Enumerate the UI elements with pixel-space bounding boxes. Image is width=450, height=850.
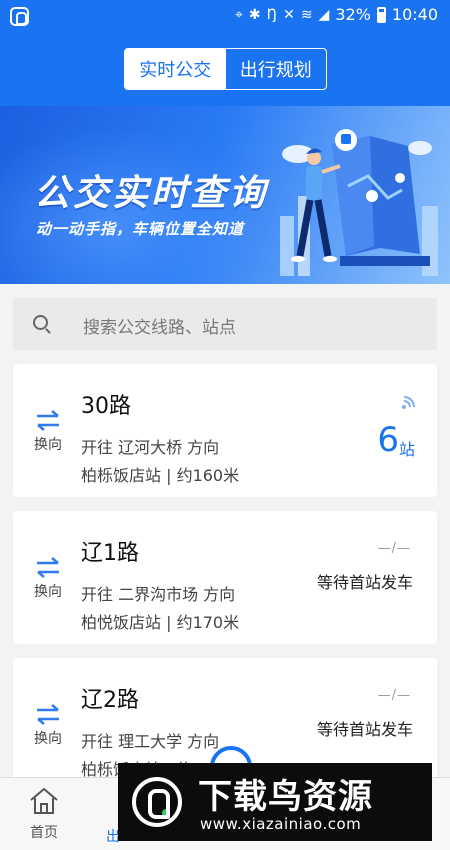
search-bar[interactable]: 搜索公交线路、站点 xyxy=(13,298,437,350)
route-status: 等待首站发车 xyxy=(316,573,413,592)
route-name: 辽1路 xyxy=(81,541,139,566)
battery-icon xyxy=(376,6,386,23)
banner-title: 公交实时查询 xyxy=(34,173,269,214)
route-direction: 开往 理工大学 方向 xyxy=(81,732,220,751)
swap-direction-icon xyxy=(37,704,59,725)
eta-stops-count: 6 xyxy=(377,420,399,460)
swap-direction-button[interactable]: 换向 xyxy=(31,555,65,601)
eta-placeholder: —/— xyxy=(377,541,411,556)
status-time: 10:40 xyxy=(391,5,438,24)
eta-placeholder: —/— xyxy=(377,688,411,703)
swap-direction-button[interactable]: 换向 xyxy=(31,702,65,748)
swap-direction-icon xyxy=(37,557,59,578)
tab-trip-planning[interactable]: 出行规划 xyxy=(226,49,327,89)
battery-percent: 32% xyxy=(335,5,371,24)
route-card[interactable]: 换向 30路 开往 辽河大桥 方向 柏栎饭店站 | 约160米 6 站 xyxy=(13,364,437,497)
swap-direction-label: 换向 xyxy=(34,437,62,453)
wifi-icon: ≋ xyxy=(300,6,313,23)
watermark-url: www.xiazainiao.com xyxy=(200,815,362,833)
status-bar: ⌖ ✱ Ŋ ✕ ≋ ◢ 32% 10:40 xyxy=(0,0,450,34)
swap-direction-button[interactable]: 换向 xyxy=(31,408,65,454)
route-direction: 开往 二界沟市场 方向 xyxy=(81,585,236,604)
banner-subtitle: 动一动手指，车辆位置全知道 xyxy=(36,220,245,238)
watermark: 下载鸟资源 www.xiazainiao.com xyxy=(118,763,432,841)
route-name: 30路 xyxy=(81,394,131,419)
nav-home-label: 首页 xyxy=(30,825,58,841)
home-icon xyxy=(30,787,58,814)
eta-stops-unit: 站 xyxy=(398,440,415,459)
nav-home[interactable]: 首页 xyxy=(22,786,66,842)
status-icons: ⌖ ✱ Ŋ ✕ ≋ ◢ 32% 10:40 xyxy=(235,5,438,24)
swap-direction-icon xyxy=(37,410,59,431)
tab-realtime-bus[interactable]: 实时公交 xyxy=(125,49,226,89)
signal-icon: ◢ xyxy=(318,6,330,23)
bluetooth-icon: ✱ xyxy=(248,6,261,23)
header: 实时公交 出行规划 xyxy=(0,34,450,106)
app-notification-icon xyxy=(10,7,29,26)
nearest-stop: 柏栎饭店站 | 约160米 xyxy=(81,466,240,485)
promo-banner[interactable]: 公交实时查询 动一动手指，车辆位置全知道 xyxy=(0,106,450,284)
route-status: 等待首站发车 xyxy=(316,720,413,739)
map-person-illustration xyxy=(280,129,438,276)
watermark-logo xyxy=(132,777,182,827)
swap-direction-label: 换向 xyxy=(34,731,62,747)
route-name: 辽2路 xyxy=(81,688,139,713)
mute-icon: ✕ xyxy=(283,6,295,23)
nfc-icon: Ŋ xyxy=(266,6,278,23)
route-card[interactable]: 换向 辽1路 开往 二界沟市场 方向 柏悦饭店站 | 约170米 —/— 等待首… xyxy=(13,511,437,644)
search-icon xyxy=(33,315,48,330)
swap-direction-label: 换向 xyxy=(34,584,62,600)
mode-switch: 实时公交 出行规划 xyxy=(124,48,327,90)
location-icon: ⌖ xyxy=(234,6,243,23)
realtime-signal-icon xyxy=(402,396,415,409)
search-input[interactable]: 搜索公交线路、站点 xyxy=(83,313,236,338)
watermark-title: 下载鸟资源 xyxy=(198,777,373,817)
route-direction: 开往 辽河大桥 方向 xyxy=(81,438,220,457)
nearest-stop: 柏悦饭店站 | 约170米 xyxy=(81,613,240,632)
